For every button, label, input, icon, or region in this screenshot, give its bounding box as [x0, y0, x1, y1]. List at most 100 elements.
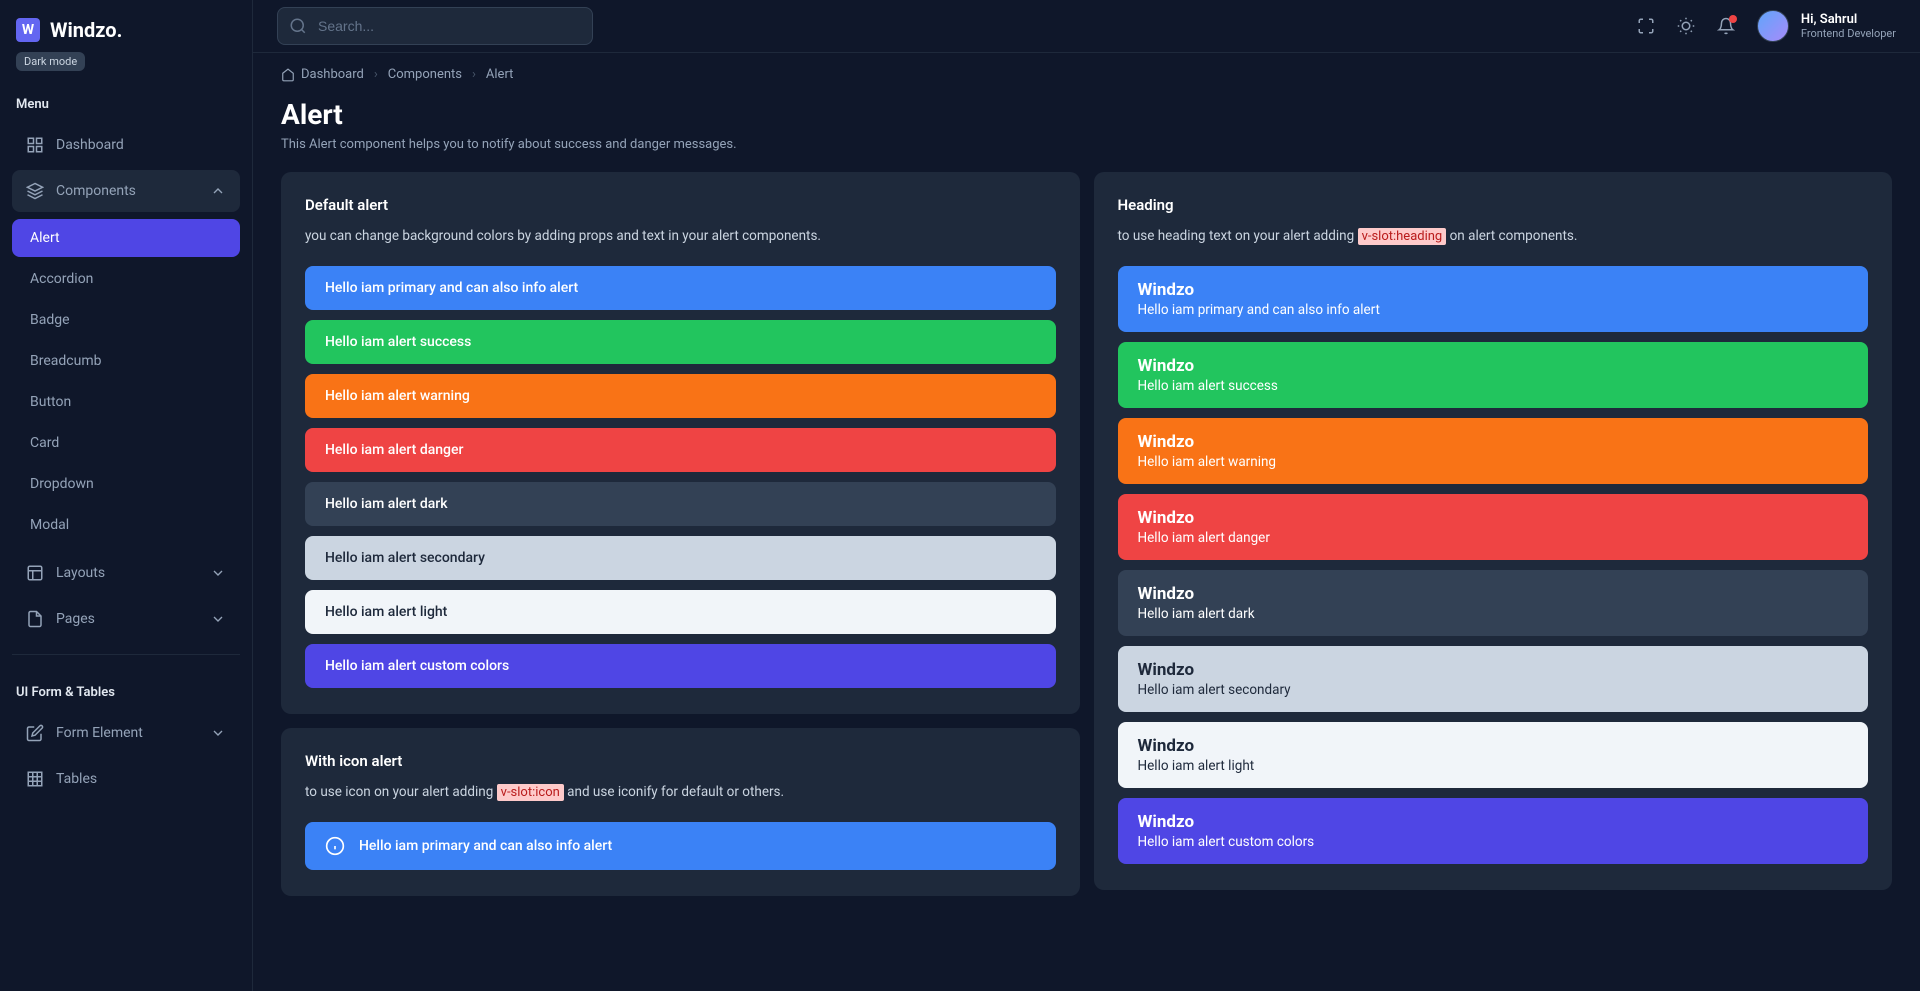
dashboard-icon: [26, 136, 44, 154]
alert-dark: Hello iam alert dark: [305, 482, 1056, 526]
theme-toggle-button[interactable]: [1677, 17, 1695, 35]
alert-warning-heading: Windzo Hello iam alert warning: [1118, 418, 1869, 484]
alert-body: Hello iam alert dark: [1138, 606, 1849, 622]
alert-primary: Hello iam primary and can also info aler…: [305, 266, 1056, 310]
card-title: Heading: [1118, 196, 1869, 214]
sidebar-item-form-element[interactable]: Form Element: [12, 712, 240, 754]
page-header: Alert This Alert component helps you to …: [253, 82, 1920, 172]
alert-secondary: Hello iam alert secondary: [305, 536, 1056, 580]
alert-heading: Windzo: [1138, 508, 1849, 528]
topbar: Hi, Sahrul Frontend Developer: [253, 0, 1920, 53]
alert-danger-heading: Windzo Hello iam alert danger: [1118, 494, 1869, 560]
alert-body: Hello iam alert custom colors: [1138, 834, 1849, 850]
alert-body: Hello iam alert success: [1138, 378, 1849, 394]
sidebar-item-label: Pages: [56, 611, 95, 627]
form-icon: [26, 724, 44, 742]
chevron-down-icon: [210, 565, 226, 581]
code-chip: v-slot:icon: [497, 784, 564, 801]
user-greeting: Hi, Sahrul: [1801, 12, 1896, 27]
sidebar-item-label: Components: [56, 183, 136, 199]
alert-custom-heading: Windzo Hello iam alert custom colors: [1118, 798, 1869, 864]
card-description: to use icon on your alert adding v-slot:…: [305, 784, 1056, 800]
components-icon: [26, 182, 44, 200]
sidebar: W Windzo. Dark mode Menu Dashboard Compo…: [0, 0, 253, 991]
alert-dark-heading: Windzo Hello iam alert dark: [1118, 570, 1869, 636]
search-input[interactable]: [277, 7, 593, 45]
search-wrap: [277, 7, 593, 45]
sidebar-item-components[interactable]: Components: [12, 170, 240, 212]
sidebar-item-label: Form Element: [56, 725, 143, 741]
layouts-icon: [26, 564, 44, 582]
alert-danger: Hello iam alert danger: [305, 428, 1056, 472]
sidebar-item-layouts[interactable]: Layouts: [12, 552, 240, 594]
info-icon: [325, 836, 345, 856]
alert-success: Hello iam alert success: [305, 320, 1056, 364]
alert-success-heading: Windzo Hello iam alert success: [1118, 342, 1869, 408]
alert-primary-with-icon: Hello iam primary and can also info aler…: [305, 822, 1056, 870]
search-icon: [289, 17, 307, 35]
alert-text: Hello iam primary and can also info aler…: [359, 838, 612, 854]
sidebar-subitem-alert[interactable]: Alert: [12, 219, 240, 257]
sidebar-section-ui-form-tables: UI Form & Tables: [12, 669, 240, 708]
breadcrumb-item-dashboard[interactable]: Dashboard: [281, 67, 364, 82]
notifications-button[interactable]: [1717, 17, 1735, 35]
card-heading-alert: Heading to use heading text on your aler…: [1094, 172, 1893, 890]
sidebar-subitem-button[interactable]: Button: [12, 383, 240, 421]
alert-primary-heading: Windzo Hello iam primary and can also in…: [1118, 266, 1869, 332]
alert-warning: Hello iam alert warning: [305, 374, 1056, 418]
alert-heading: Windzo: [1138, 584, 1849, 604]
card-title: Default alert: [305, 196, 1056, 214]
sidebar-subitem-breadcumb[interactable]: Breadcumb: [12, 342, 240, 380]
tables-icon: [26, 770, 44, 788]
page-subtitle: This Alert component helps you to notify…: [281, 137, 1892, 152]
alert-light: Hello iam alert light: [305, 590, 1056, 634]
sidebar-item-pages[interactable]: Pages: [12, 598, 240, 640]
alert-heading: Windzo: [1138, 280, 1849, 300]
components-submenu: Alert Accordion Badge Breadcumb Button C…: [12, 212, 240, 548]
notification-dot: [1729, 15, 1737, 23]
breadcrumb-item-current: Alert: [486, 67, 514, 82]
sidebar-item-tables[interactable]: Tables: [12, 758, 240, 800]
card-description: you can change background colors by addi…: [305, 228, 1056, 244]
sidebar-item-label: Tables: [56, 771, 97, 787]
fullscreen-button[interactable]: [1637, 17, 1655, 35]
chevron-right-icon: ›: [472, 67, 476, 82]
main: Hi, Sahrul Frontend Developer Dashboard …: [253, 0, 1920, 991]
page-title: Alert: [281, 98, 1892, 131]
sidebar-subitem-dropdown[interactable]: Dropdown: [12, 465, 240, 503]
home-icon: [281, 68, 295, 82]
sidebar-subitem-card[interactable]: Card: [12, 424, 240, 462]
card-icon-alert: With icon alert to use icon on your aler…: [281, 728, 1080, 896]
card-default-alert: Default alert you can change background …: [281, 172, 1080, 714]
breadcrumb: Dashboard › Components › Alert: [253, 53, 1920, 82]
brand-logo: W: [16, 18, 40, 42]
alert-custom: Hello iam alert custom colors: [305, 644, 1056, 688]
chevron-down-icon: [210, 611, 226, 627]
alert-heading: Windzo: [1138, 356, 1849, 376]
card-title: With icon alert: [305, 752, 1056, 770]
user-menu[interactable]: Hi, Sahrul Frontend Developer: [1757, 10, 1896, 42]
alert-heading: Windzo: [1138, 736, 1849, 756]
alert-body: Hello iam primary and can also info aler…: [1138, 302, 1849, 318]
sidebar-subitem-badge[interactable]: Badge: [12, 301, 240, 339]
sidebar-item-label: Dashboard: [56, 137, 124, 153]
sidebar-divider: [12, 654, 240, 655]
breadcrumb-item-components[interactable]: Components: [388, 67, 462, 82]
sidebar-item-dashboard[interactable]: Dashboard: [12, 124, 240, 166]
chevron-down-icon: [210, 725, 226, 741]
brand-name: Windzo.: [50, 18, 122, 42]
sidebar-item-label: Layouts: [56, 565, 105, 581]
alert-heading: Windzo: [1138, 660, 1849, 680]
user-role: Frontend Developer: [1801, 27, 1896, 40]
card-description: to use heading text on your alert adding…: [1118, 228, 1869, 244]
alert-heading: Windzo: [1138, 812, 1849, 832]
chevron-right-icon: ›: [374, 67, 378, 82]
pages-icon: [26, 610, 44, 628]
sidebar-subitem-accordion[interactable]: Accordion: [12, 260, 240, 298]
menu-section-label: Menu: [12, 89, 240, 120]
sidebar-subitem-modal[interactable]: Modal: [12, 506, 240, 544]
dark-mode-badge[interactable]: Dark mode: [16, 52, 85, 71]
code-chip: v-slot:heading: [1358, 228, 1447, 245]
brand[interactable]: W Windzo.: [12, 18, 240, 42]
chevron-up-icon: [210, 183, 226, 199]
